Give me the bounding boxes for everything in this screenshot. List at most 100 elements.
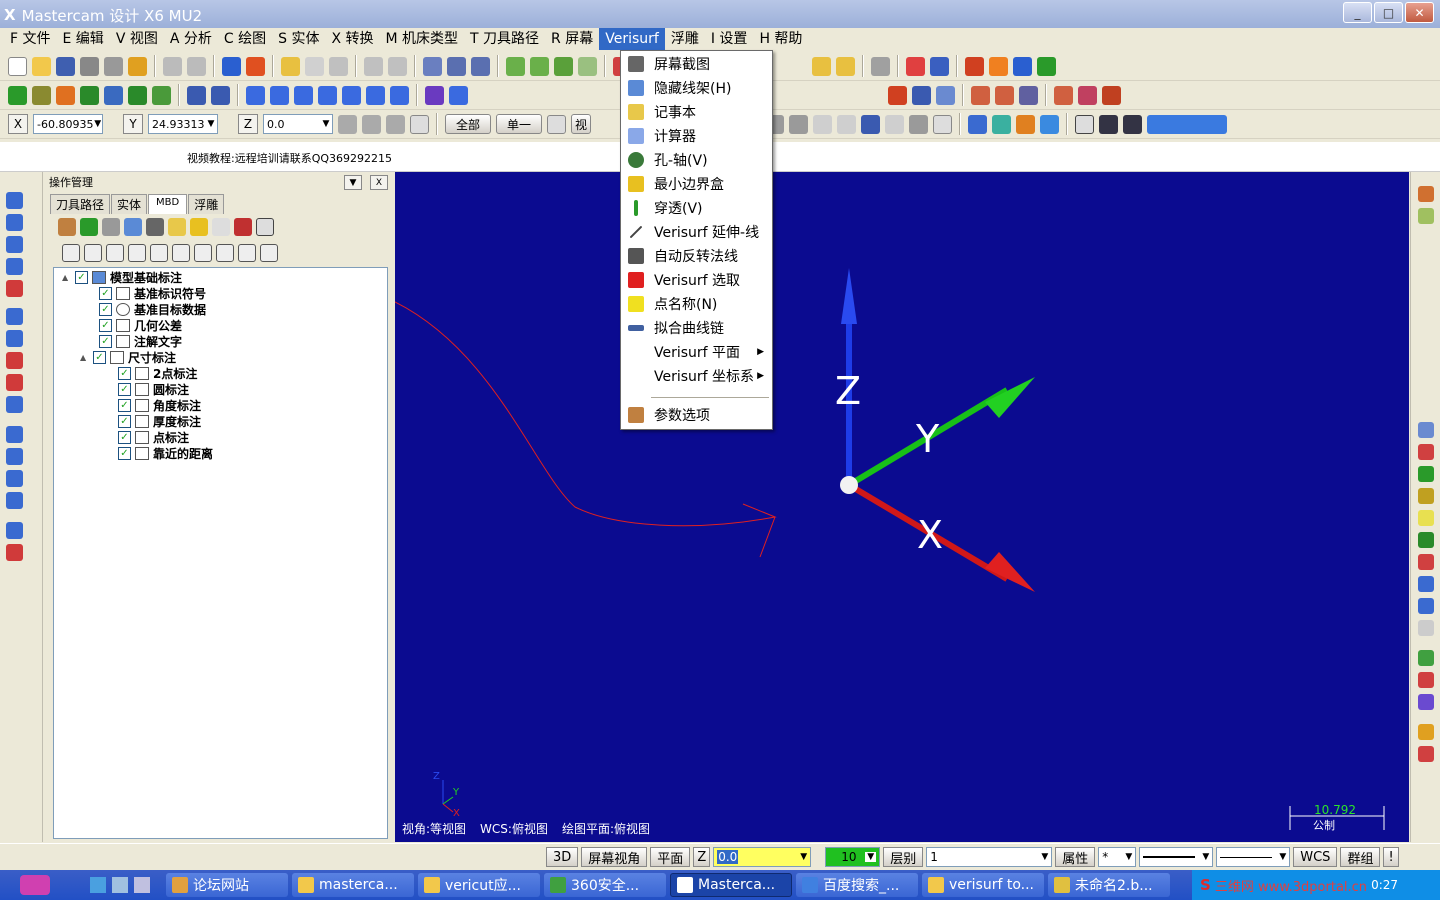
rect-small-icon[interactable] — [1418, 554, 1434, 570]
hatch-icon[interactable] — [936, 85, 955, 105]
menu-item-pierce[interactable]: 穿透(V) — [622, 196, 772, 220]
chevron-down-icon[interactable]: ▼ — [1125, 852, 1132, 862]
chevron-down-icon[interactable]: ▼ — [344, 175, 362, 190]
box-blue-icon[interactable] — [968, 114, 988, 134]
arc-view-icon[interactable] — [6, 236, 23, 253]
array-icon[interactable] — [366, 85, 385, 105]
mbd-book-icon[interactable] — [234, 218, 252, 236]
note-icon[interactable] — [912, 85, 931, 105]
sigma-icon[interactable] — [1013, 56, 1032, 76]
grid-icon[interactable] — [449, 85, 468, 105]
start-icon[interactable] — [20, 875, 50, 895]
solid-combine-icon[interactable] — [6, 544, 23, 561]
loft-icon[interactable] — [6, 374, 23, 391]
analyze-icon[interactable] — [930, 56, 949, 76]
task-baidu[interactable]: 百度搜索_... — [796, 873, 918, 897]
screen-view-button[interactable]: 屏幕视角 — [581, 847, 648, 867]
pencil-icon[interactable] — [812, 56, 831, 76]
unzoom-icon[interactable] — [364, 56, 383, 76]
view-select-button[interactable]: 视 — [571, 114, 592, 134]
sweep-icon[interactable] — [6, 352, 23, 369]
checkbox[interactable]: ✓ — [99, 334, 112, 348]
new-file-icon[interactable] — [8, 56, 27, 76]
chevron-down-icon[interactable]: ▼ — [800, 852, 807, 862]
trophy-icon[interactable] — [128, 56, 147, 76]
chevron-down-icon[interactable]: ▼ — [320, 119, 332, 129]
wcs-button[interactable]: WCS — [1293, 847, 1338, 867]
project-icon[interactable] — [425, 85, 444, 105]
z-coord-field[interactable]: 0.0 ▼ — [263, 114, 333, 134]
mirror-icon[interactable] — [294, 85, 313, 105]
cylinder-icon[interactable] — [152, 85, 171, 105]
checkbox[interactable]: ✓ — [118, 366, 131, 380]
fillet-small-icon[interactable] — [1418, 532, 1434, 548]
task-mastercam[interactable]: Masterca... — [670, 873, 792, 897]
checkbox[interactable]: ✓ — [99, 286, 112, 300]
chamfer-icon[interactable] — [1418, 422, 1434, 438]
bottle-icon[interactable] — [1102, 85, 1121, 105]
plane-button[interactable]: 平面 — [650, 847, 691, 867]
task-paint[interactable]: 未命名2.b... — [1048, 873, 1170, 897]
line-style-field[interactable]: ▼ — [1139, 847, 1214, 867]
zoom-window-icon[interactable] — [305, 56, 324, 76]
dim-thick-icon[interactable] — [194, 244, 212, 262]
select-filter-icon[interactable] — [861, 114, 881, 134]
surface-fence-icon[interactable] — [1054, 85, 1073, 105]
box-view-icon[interactable] — [6, 308, 23, 325]
close-icon[interactable]: X — [370, 175, 388, 190]
add-point-icon[interactable] — [1418, 466, 1434, 482]
rectangle-icon[interactable] — [104, 85, 123, 105]
eraser-icon[interactable] — [836, 56, 855, 76]
help-icon[interactable] — [933, 114, 953, 134]
datum-target-icon[interactable] — [84, 244, 102, 262]
tab-relief[interactable]: 浮雕 — [188, 194, 225, 214]
menu-verisurf[interactable]: Verisurf — [599, 28, 665, 50]
menu-toolpaths[interactable]: T 刀具路径 — [464, 28, 545, 50]
menu-item-flip-normal[interactable]: 自动反转法线 — [622, 244, 772, 268]
note-text-icon[interactable] — [260, 244, 278, 262]
z-coord-label[interactable]: Z — [238, 114, 258, 134]
menu-analyze[interactable]: A 分析 — [164, 28, 218, 50]
menu-item-point-name[interactable]: 点名称(N) — [622, 292, 772, 316]
surface-loft-icon[interactable] — [995, 85, 1014, 105]
save-as-icon[interactable] — [80, 56, 99, 76]
tree-item[interactable]: ✓ 几何公差 — [99, 317, 182, 333]
task-360[interactable]: 360安全... — [544, 873, 666, 897]
draft-icon[interactable] — [6, 448, 23, 465]
menu-view[interactable]: V 视图 — [110, 28, 164, 50]
surface-icon[interactable] — [971, 85, 990, 105]
box-outline-icon[interactable] — [1075, 114, 1095, 134]
print-icon[interactable] — [104, 56, 123, 76]
quick-launch-icon[interactable] — [134, 877, 150, 893]
surface-net-icon[interactable] — [1019, 85, 1038, 105]
menu-item-hidden-line[interactable]: 隐藏线架(H) — [622, 76, 772, 100]
cube-small-icon[interactable] — [1418, 208, 1434, 224]
menu-screen[interactable]: R 屏幕 — [545, 28, 599, 50]
tree-item[interactable]: ✓ 厚度标注 — [118, 413, 201, 429]
verify-icon[interactable] — [989, 56, 1008, 76]
z-depth-label[interactable]: Z — [693, 847, 711, 867]
shade-outline-icon[interactable] — [789, 114, 809, 134]
mbd-box-icon[interactable] — [190, 218, 208, 236]
expander-icon[interactable]: ▲ — [80, 353, 90, 362]
expander-icon[interactable]: ▲ — [62, 273, 72, 282]
chevron-down-icon[interactable]: ▼ — [1202, 852, 1209, 862]
hidden-cube-icon[interactable] — [578, 56, 597, 76]
menu-item-calculator[interactable]: 计算器 — [622, 124, 772, 148]
dim-circle-icon[interactable] — [150, 244, 168, 262]
mbd-help-icon[interactable] — [212, 218, 230, 236]
globe-icon[interactable] — [1418, 598, 1434, 614]
chevron-down-icon[interactable]: ▼ — [93, 119, 102, 129]
tree-item[interactable]: ✓ 角度标注 — [118, 397, 201, 413]
chevron-down-icon[interactable]: ▼ — [865, 852, 877, 862]
datum-symbol-icon[interactable] — [62, 244, 80, 262]
menu-file[interactable]: F 文件 — [4, 28, 57, 50]
chain-icon[interactable] — [423, 56, 442, 76]
y-coord-field[interactable]: 24.93313 ▼ — [148, 114, 218, 134]
undo-icon[interactable] — [163, 56, 182, 76]
fast-point-icon[interactable] — [338, 114, 357, 134]
tab-solids[interactable]: 实体 — [111, 194, 148, 214]
autocursor-icon[interactable] — [362, 114, 381, 134]
mbd-note-icon[interactable] — [168, 218, 186, 236]
menu-item-verisurf-select[interactable]: Verisurf 选取 — [622, 268, 772, 292]
